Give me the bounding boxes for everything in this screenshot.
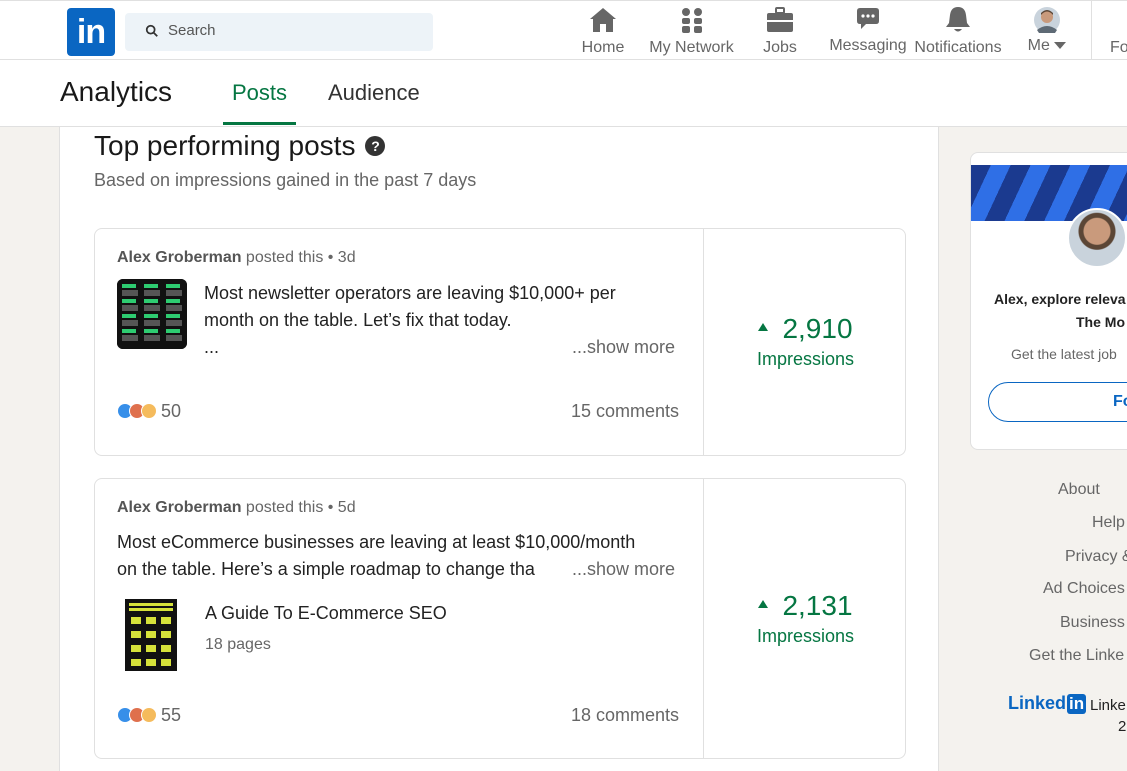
- nav-notifications[interactable]: Notifications: [911, 5, 1005, 59]
- nav-messaging[interactable]: Messaging: [828, 5, 908, 59]
- chevron-down-icon: [1054, 41, 1067, 49]
- post-image-icon: [117, 279, 187, 349]
- copyright-text: Linke: [1090, 697, 1126, 714]
- nav-me[interactable]: Me: [1025, 5, 1069, 59]
- post-text-line: Most eCommerce businesses are leaving at…: [117, 532, 636, 552]
- post-meta: posted this • 5d: [241, 499, 356, 516]
- tab-posts[interactable]: Posts: [223, 80, 297, 125]
- post-text-line: month on the table. Let’s fix that today…: [204, 310, 512, 330]
- trend-up-icon: [758, 322, 769, 331]
- nav-home-label: Home: [581, 39, 625, 56]
- trend-up-icon: [758, 599, 769, 608]
- insightful-icon: [141, 402, 157, 419]
- post-author[interactable]: Alex Groberman: [117, 249, 241, 266]
- nav-jobs[interactable]: Jobs: [761, 5, 799, 59]
- post-author-line: Alex Groberman posted this • 3d: [117, 249, 356, 267]
- document-title[interactable]: A Guide To E-Commerce SEO: [205, 603, 447, 624]
- post-text-line: ...: [204, 337, 220, 357]
- linkedin-wordmark-icon: Linked in: [1008, 693, 1087, 714]
- post-card[interactable]: Alex Groberman posted this • 3d Most new…: [94, 228, 906, 456]
- nav-divider: [1091, 1, 1092, 61]
- reactions-summary[interactable]: 55: [117, 705, 181, 726]
- footer-link-about[interactable]: About: [1058, 481, 1100, 499]
- chat-icon: [857, 8, 879, 29]
- nav-my-network-label: My Network: [649, 39, 734, 56]
- show-more-link[interactable]: ...show more: [572, 337, 676, 358]
- home-icon: [590, 8, 616, 32]
- post-thumbnail[interactable]: [117, 279, 187, 349]
- ad-description: Get the latest job: [1011, 346, 1117, 362]
- search-icon: [145, 24, 158, 37]
- search-input[interactable]: [168, 22, 408, 39]
- post-card[interactable]: Alex Groberman posted this • 5d Most eCo…: [94, 478, 906, 759]
- page-title: Analytics: [60, 76, 173, 107]
- reaction-icons: [117, 402, 159, 421]
- footer-link-app[interactable]: Get the Linke: [1029, 647, 1124, 665]
- copyright-year: 2: [1118, 718, 1127, 735]
- search-bar[interactable]: [125, 13, 433, 51]
- comments-link[interactable]: 18 comments: [571, 705, 679, 726]
- document-thumbnail[interactable]: [125, 599, 177, 671]
- document-icon: [125, 599, 177, 671]
- post-meta: posted this • 3d: [241, 249, 356, 266]
- main-panel: Top performing posts ? Based on impressi…: [59, 127, 939, 771]
- top-nav: in Home My Network Jobs: [0, 0, 1127, 61]
- post-text: Most eCommerce businesses are leaving at…: [117, 529, 635, 583]
- nav-me-label: Me: [1027, 37, 1050, 54]
- insightful-icon: [141, 706, 157, 723]
- tab-audience[interactable]: Audience: [328, 80, 420, 125]
- people-icon: [681, 8, 702, 33]
- section-title: Top performing posts: [94, 130, 356, 161]
- brand-text: Linked: [1008, 693, 1067, 713]
- ad-card[interactable]: Alex, explore releva The Mo Get the late…: [970, 152, 1127, 450]
- impressions-value: 2,910: [782, 313, 853, 344]
- impressions-panel[interactable]: 2,131 Impressions: [703, 479, 906, 758]
- avatar: [1067, 208, 1127, 268]
- impressions-label: Impressions: [756, 349, 855, 369]
- nav-for-business-label[interactable]: Fo: [1110, 39, 1127, 57]
- post-author[interactable]: Alex Groberman: [117, 499, 241, 516]
- ad-headline-2: The Mo: [1076, 314, 1125, 330]
- brand-in: in: [1067, 693, 1087, 714]
- section-subtitle: Based on impressions gained in the past …: [94, 170, 477, 190]
- footer-link-ad-choices[interactable]: Ad Choices: [1043, 580, 1125, 598]
- impressions-panel[interactable]: 2,910 Impressions: [703, 229, 906, 455]
- avatar-icon: [1034, 7, 1060, 33]
- comments-link[interactable]: 15 comments: [571, 401, 679, 422]
- post-text: Most newsletter operators are leaving $1…: [204, 280, 616, 361]
- post-text-line: on the table. Here’s a simple roadmap to…: [117, 559, 535, 579]
- impressions-value: 2,131: [782, 590, 853, 621]
- nav-my-network[interactable]: My Network: [645, 5, 738, 59]
- reaction-count: 55: [161, 705, 182, 725]
- linkedin-logo-icon[interactable]: in: [67, 8, 115, 56]
- nav-messaging-label: Messaging: [829, 37, 907, 54]
- briefcase-icon: [767, 7, 793, 32]
- document-pages: 18 pages: [205, 636, 271, 653]
- post-text-line: Most newsletter operators are leaving $1…: [204, 283, 616, 303]
- impressions-label: Impressions: [756, 626, 855, 646]
- help-icon[interactable]: ?: [365, 136, 386, 156]
- reactions-summary[interactable]: 50: [117, 401, 181, 422]
- reaction-icons: [117, 706, 159, 725]
- footer-link-privacy[interactable]: Privacy &: [1065, 548, 1127, 566]
- show-more-link[interactable]: ...show more: [572, 559, 676, 580]
- bell-icon: [946, 7, 970, 32]
- section-header: Top performing posts ?: [94, 130, 386, 162]
- nav-home[interactable]: Home: [579, 5, 627, 59]
- nav-notifications-label: Notifications: [914, 39, 1002, 56]
- post-author-line: Alex Groberman posted this • 5d: [117, 499, 356, 517]
- ad-headline: Alex, explore releva: [994, 291, 1126, 307]
- footer-link-business[interactable]: Business: [1060, 614, 1125, 632]
- follow-button[interactable]: Fo: [988, 382, 1127, 422]
- analytics-header: Analytics Posts Audience: [0, 60, 1127, 127]
- nav-jobs-label: Jobs: [763, 39, 797, 56]
- footer-link-help[interactable]: Help: [1092, 514, 1125, 532]
- reaction-count: 50: [161, 401, 182, 421]
